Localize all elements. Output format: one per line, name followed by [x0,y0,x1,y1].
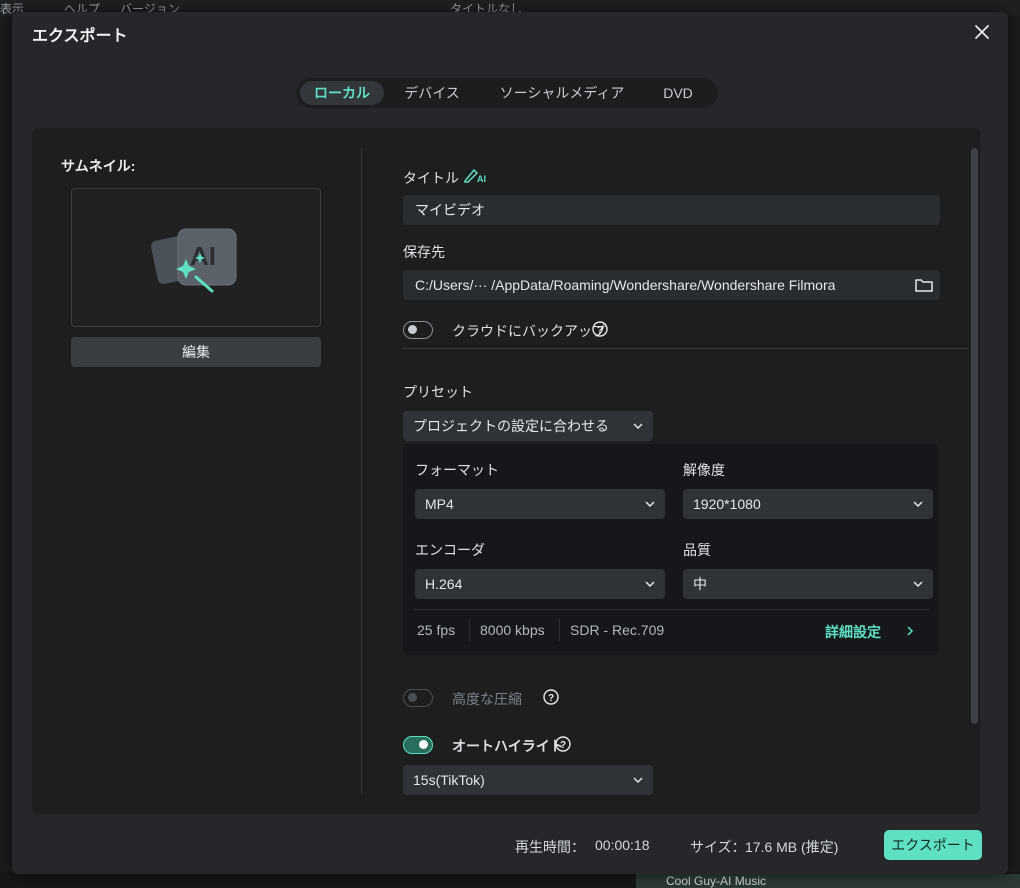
encoder-select[interactable]: H.264 [415,569,665,599]
size-label: サイズ： [690,839,746,855]
highlight-duration-value: 15s(TikTok) [413,772,485,788]
save-path-text: C:/Users/··· /AppData/Roaming/Wondershar… [415,277,836,293]
quality-value: 中 [693,576,707,592]
svg-text:AI: AI [477,174,486,184]
export-panel: サムネイル: AI 編集 タイトル AI マイビデオ 保存先 C:/Users/… [32,128,980,814]
folder-icon[interactable] [914,276,934,294]
chevron-down-icon [633,777,643,784]
ai-image-icon: AI [151,228,237,293]
cloud-backup-toggle[interactable] [403,321,433,339]
save-location-label: 保存先 [403,244,445,260]
format-value: MP4 [425,496,454,512]
auto-highlight-label: オートハイライト [452,738,564,754]
size-value: 17.6 MB (推定) [745,839,839,855]
stats-divider [413,609,929,610]
preset-label: プリセット [403,384,473,400]
chevron-down-icon [913,501,923,508]
chevron-down-icon [645,581,655,588]
panel-scrollbar[interactable] [971,148,978,724]
quality-select[interactable]: 中 [683,569,933,599]
resolution-label: 解像度 [683,462,725,478]
tab-device[interactable]: デバイス [392,81,472,105]
section-divider [402,348,968,349]
chevron-right-icon [907,626,914,636]
timeline-clip[interactable]: Cool Guy-AI Music [636,874,1020,888]
thumbnail-label: サムネイル: [61,158,136,174]
preset-select[interactable]: プロジェクトの設定に合わせる [403,411,653,441]
title-label: タイトル [403,170,459,186]
advanced-compression-toggle[interactable] [403,689,433,707]
timeline-strip: Cool Guy-AI Music [0,872,1020,888]
chevron-down-icon [645,501,655,508]
stat-separator [469,619,470,641]
tab-local[interactable]: ローカル [300,81,384,105]
encoding-settings: フォーマット MP4 解像度 1920*1080 エンコーダ H.264 品質 … [403,444,939,655]
bitrate-value: 8000 kbps [480,622,545,638]
svg-text:?: ? [560,740,566,751]
export-dialog: エクスポート ローカル デバイス ソーシャルメディア DVD サムネイル: AI… [12,12,1008,874]
fps-value: 25 fps [417,622,456,638]
quality-label: 品質 [683,542,711,558]
resolution-value: 1920*1080 [693,496,761,512]
duration-label: 再生時間： [515,839,585,855]
panel-divider [361,148,362,794]
encoder-label: エンコーダ [415,542,485,558]
highlight-duration-select[interactable]: 15s(TikTok) [403,765,653,795]
help-icon[interactable]: ? [555,736,571,752]
duration-value: 00:00:18 [595,837,650,853]
close-icon[interactable] [970,20,994,44]
tab-social-media[interactable]: ソーシャルメディア [494,81,630,105]
thumbnail-preview[interactable]: AI [71,188,321,327]
title-input[interactable]: マイビデオ [403,195,940,225]
auto-highlight-toggle[interactable] [403,736,433,754]
stat-separator [559,619,560,641]
advanced-compression-label: 高度な圧縮 [452,691,522,707]
help-icon[interactable]: ? [592,321,608,337]
resolution-select[interactable]: 1920*1080 [683,489,933,519]
dialog-title: エクスポート [32,28,128,45]
export-button[interactable]: エクスポート [884,830,982,860]
export-tabs: ローカル デバイス ソーシャルメディア DVD [296,78,718,108]
svg-text:?: ? [548,693,554,704]
edit-thumbnail-button[interactable]: 編集 [71,337,321,367]
help-icon[interactable]: ? [543,689,559,705]
advanced-settings-link[interactable]: 詳細設定 [825,622,914,642]
encoder-value: H.264 [425,576,463,592]
format-select[interactable]: MP4 [415,489,665,519]
chevron-down-icon [633,423,643,430]
svg-text:?: ? [597,325,603,336]
cloud-backup-label: クラウドにバックアップ [452,323,606,339]
preset-value: プロジェクトの設定に合わせる [413,418,609,434]
advanced-settings-label: 詳細設定 [825,624,881,640]
tab-dvd[interactable]: DVD [642,81,714,105]
ai-pen-icon[interactable]: AI [462,166,488,184]
svg-text:AI: AI [190,241,216,271]
save-path-input[interactable]: C:/Users/··· /AppData/Roaming/Wondershar… [403,270,940,300]
color-space-value: SDR - Rec.709 [570,622,665,638]
chevron-down-icon [913,581,923,588]
format-label: フォーマット [415,462,499,478]
